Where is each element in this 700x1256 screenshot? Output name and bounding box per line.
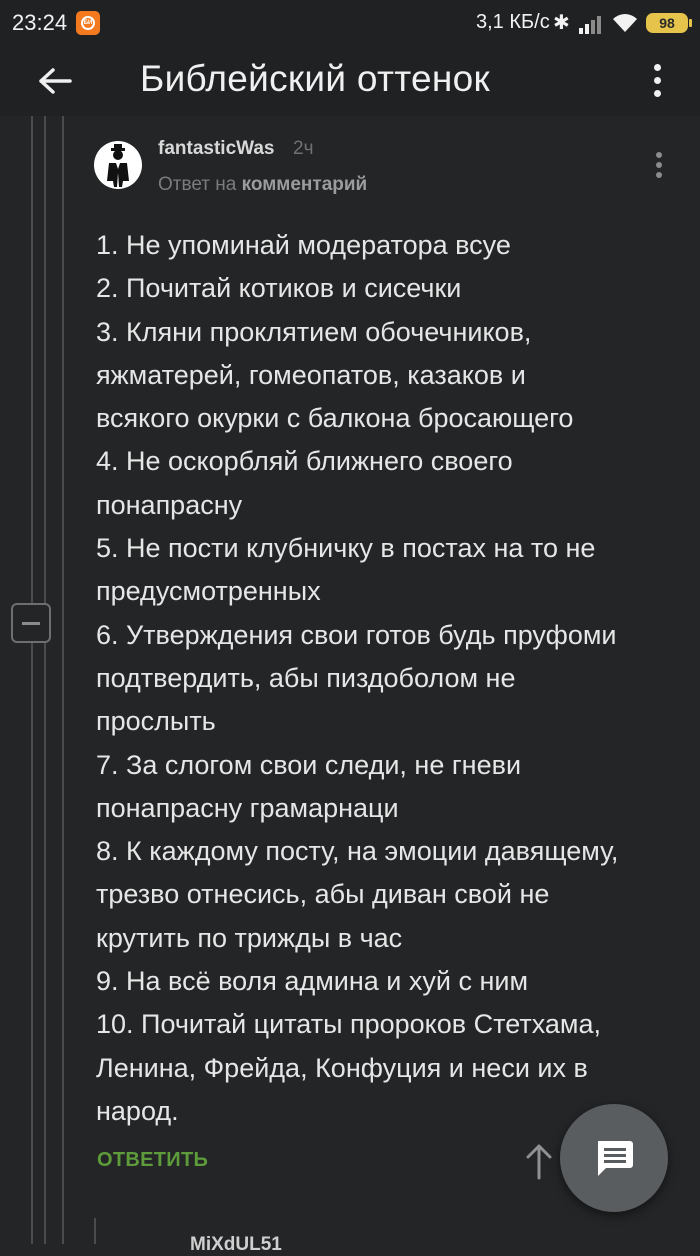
arrow-left-icon bbox=[39, 68, 72, 94]
signal-icon bbox=[579, 16, 601, 34]
app-bar: Библейский оттенок bbox=[0, 48, 700, 116]
comment-menu-icon[interactable] bbox=[648, 147, 670, 183]
comment-author[interactable]: fantasticWas bbox=[158, 138, 275, 160]
thread-line bbox=[31, 643, 33, 1244]
thread-line bbox=[62, 116, 64, 1244]
page-title: Библейский оттенок bbox=[140, 58, 491, 99]
back-button[interactable] bbox=[30, 56, 80, 106]
arrow-up-icon[interactable] bbox=[524, 1141, 554, 1181]
comment-line: 9. На всё воля админа и хуй с ним bbox=[96, 966, 528, 997]
reply-prefix: Ответ на bbox=[158, 174, 237, 195]
reply-target-link[interactable]: комментарий bbox=[242, 174, 368, 195]
comment-line: крутить по трижды в час bbox=[96, 922, 403, 953]
comment-time: 2ч bbox=[293, 138, 314, 159]
wifi-icon bbox=[613, 14, 637, 32]
comment-line: прослыть bbox=[96, 706, 216, 737]
comment-line: 2. Почитай котиков и сисечки bbox=[96, 273, 462, 304]
comment-line: Ленина, Фрейда, Конфуция и неси их в bbox=[96, 1052, 588, 1083]
thread-line bbox=[44, 643, 46, 1244]
comment-line: подтвердить, абы пиздоболом не bbox=[96, 662, 516, 693]
comment-line: 1. Не упоминай модератора всуе bbox=[96, 230, 511, 260]
reply-button[interactable]: ОТВЕТИТЬ bbox=[97, 1149, 208, 1172]
comment-line: яжматерей, гомеопатов, казаков и bbox=[96, 359, 526, 390]
bluetooth-icon: ✱ bbox=[553, 12, 570, 34]
avatar-figure-icon bbox=[107, 144, 129, 187]
comment-line: 6. Утверждения свои готов будь пруфоми bbox=[96, 619, 617, 650]
comment-line: всякого окурки с балкона бросающего bbox=[96, 403, 574, 434]
status-time: 23:24 bbox=[12, 10, 68, 35]
comment-line: понапрасну грамарнаци bbox=[96, 792, 399, 823]
thread-line bbox=[31, 116, 33, 603]
comment-body: 1. Не упоминай модератора всуе 2. Почита… bbox=[96, 224, 686, 1133]
more-vertical-icon[interactable] bbox=[640, 52, 674, 108]
battery-indicator: 98 bbox=[646, 13, 692, 33]
thread-line bbox=[44, 116, 46, 603]
notification-app-icon: БИ bbox=[76, 11, 100, 35]
collapse-thread-button[interactable] bbox=[11, 603, 51, 643]
comment-line: понапрасну bbox=[96, 489, 243, 520]
comment-line: 4. Не оскорбляй ближнего своего bbox=[96, 446, 513, 477]
comment-line: 7. За слогом свои следи, не гневи bbox=[96, 749, 522, 780]
message-icon bbox=[598, 1141, 633, 1176]
comment-line: 3. Кляни проклятием обочечников, bbox=[96, 316, 532, 347]
avatar[interactable] bbox=[94, 141, 142, 189]
comment-line: 10. Почитай цитаты пророков Стетхама, bbox=[96, 1009, 601, 1040]
reply-to-info: Ответ на комментарий bbox=[158, 174, 367, 196]
next-comment-author[interactable]: MiXdUL51 bbox=[190, 1234, 282, 1256]
write-comment-fab[interactable] bbox=[560, 1104, 668, 1212]
comment-line: трезво отнесись, абы диван свой не bbox=[96, 879, 550, 910]
status-bar: 23:24 БИ 3,1 КБ/с ✱ 98 bbox=[0, 0, 700, 48]
comment-line: 5. Не пости клубничку в постах на то не bbox=[96, 533, 596, 564]
thread-line bbox=[94, 1218, 96, 1244]
comment-line: предусмотренных bbox=[96, 576, 321, 607]
comment-line: 8. К каждому посту, на эмоции давящему, bbox=[96, 836, 619, 867]
network-speed: 3,1 КБ/с bbox=[476, 11, 550, 33]
